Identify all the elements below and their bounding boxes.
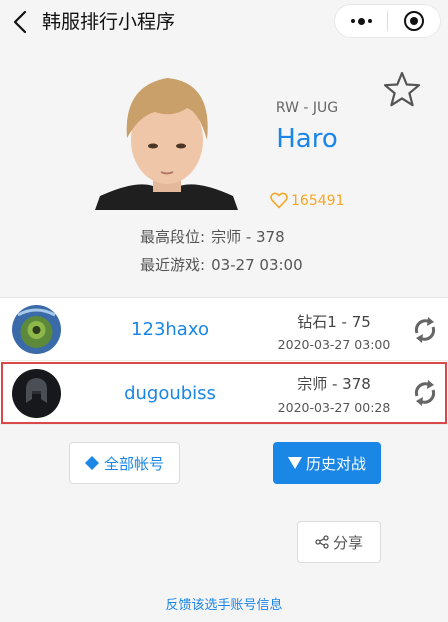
diamond-icon — [84, 456, 99, 470]
refresh-icon[interactable] — [411, 316, 439, 344]
back-arrow-icon[interactable] — [10, 9, 32, 35]
account-name[interactable]: 123haxo — [100, 319, 240, 340]
highest-rank-value: 宗师 - 378 — [211, 228, 285, 246]
share-button[interactable]: 分享 — [297, 521, 381, 563]
refresh-icon[interactable] — [411, 379, 439, 407]
match-history-label: 历史对战 — [305, 454, 366, 473]
close-target-icon — [404, 11, 424, 31]
likes-count[interactable]: 165491 — [270, 192, 344, 209]
account-rank: 钻石1 - 75 — [297, 313, 371, 331]
account-list: 123haxo 钻石1 - 75 2020-03-27 03:00 dugoub… — [0, 297, 448, 425]
mini-program-capsule — [334, 4, 441, 38]
page-title: 韩服排行小程序 — [42, 11, 176, 33]
heart-icon — [270, 192, 288, 209]
player-name: Haro — [276, 124, 338, 154]
match-history-button[interactable]: 历史对战 — [273, 442, 381, 484]
more-menu-button[interactable] — [335, 5, 387, 37]
account-rank: 宗师 - 378 — [297, 375, 371, 393]
account-last-game-time: 2020-03-27 03:00 — [277, 337, 391, 352]
player-role: RW - JUG — [275, 100, 339, 116]
player-avatar — [95, 68, 238, 210]
favorite-star-icon[interactable] — [382, 70, 422, 110]
account-last-game-time: 2020-03-27 00:28 — [277, 400, 391, 415]
close-program-button[interactable] — [388, 5, 440, 37]
share-label: 分享 — [332, 533, 363, 552]
highest-rank-label: 最高段位: — [140, 228, 206, 246]
recent-game-row: 最近游戏: 03-27 03:00 — [140, 254, 303, 275]
account-row-selected[interactable]: dugoubiss 宗师 - 378 2020-03-27 00:28 — [0, 361, 448, 425]
account-row[interactable]: 123haxo 钻石1 - 75 2020-03-27 03:00 — [0, 298, 448, 361]
account-name[interactable]: dugoubiss — [100, 383, 240, 404]
more-dots-icon — [350, 17, 372, 25]
feedback-link[interactable]: 反馈该选手账号信息 — [0, 594, 448, 613]
highest-rank-row: 最高段位: 宗师 - 378 — [140, 226, 285, 247]
account-avatar — [12, 369, 61, 418]
navigation-bar: 韩服排行小程序 — [0, 0, 448, 44]
share-icon — [315, 535, 329, 549]
all-accounts-button[interactable]: 全部帐号 — [69, 442, 180, 484]
likes-value: 165491 — [291, 192, 345, 209]
recent-game-value: 03-27 03:00 — [211, 256, 303, 274]
all-accounts-label: 全部帐号 — [103, 454, 164, 473]
triangle-down-icon — [287, 457, 302, 469]
recent-game-label: 最近游戏: — [140, 256, 206, 274]
account-avatar — [12, 305, 61, 354]
